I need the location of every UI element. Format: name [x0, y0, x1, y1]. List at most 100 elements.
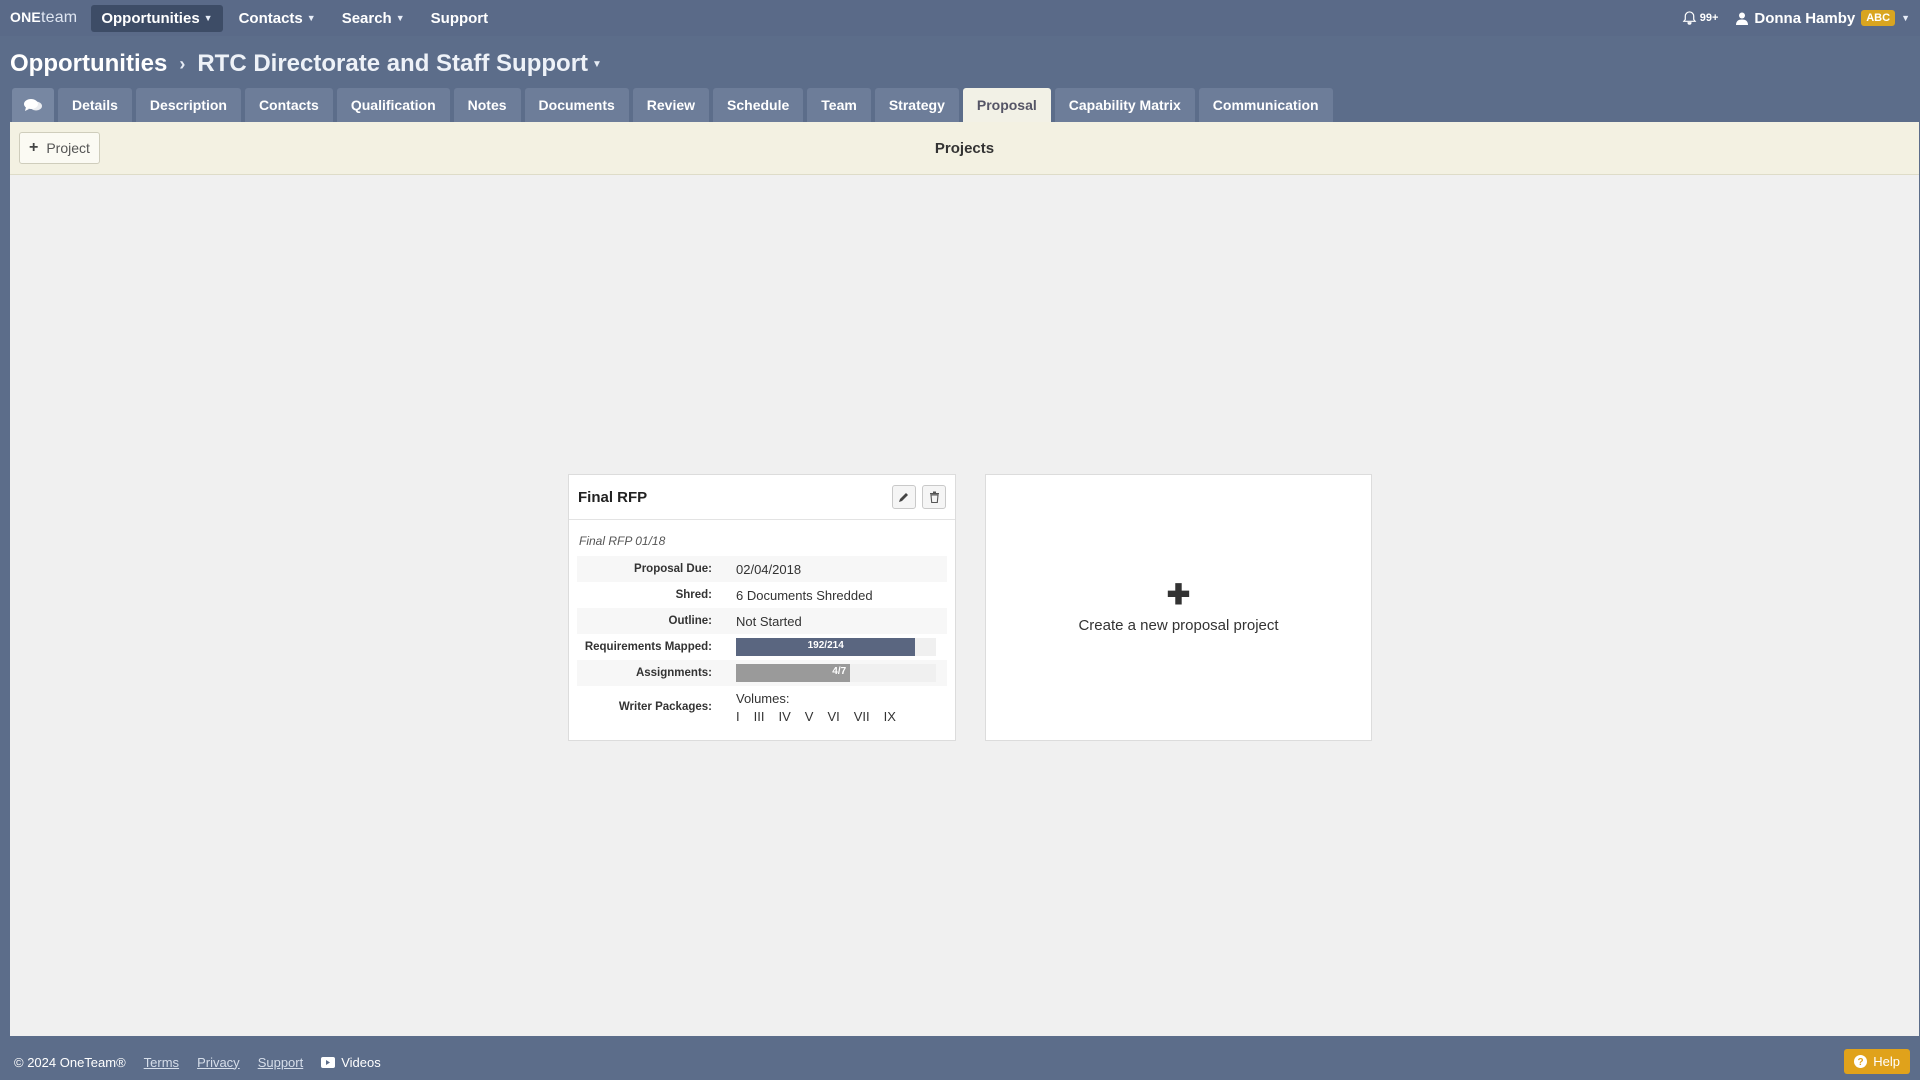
- volume-link[interactable]: VI: [827, 709, 839, 724]
- field-assignments: Assignments: 4/7: [577, 660, 947, 686]
- outline-value[interactable]: Not Started: [736, 614, 802, 629]
- video-icon: [321, 1056, 336, 1068]
- nav-opportunities[interactable]: Opportunities ▼: [91, 4, 223, 32]
- tab-notes[interactable]: Notes: [453, 88, 521, 122]
- nav-opportunities-label: Opportunities: [101, 9, 200, 27]
- project-fields: Proposal Due: 02/04/2018 Shred: 6 Docume…: [577, 556, 947, 728]
- top-right-area: 99+ Donna Hamby ABC ▼: [1682, 10, 1920, 27]
- tab-details[interactable]: Details: [58, 88, 132, 122]
- breadcrumb: Opportunities › RTC Directorate and Staf…: [10, 48, 602, 80]
- project-card-header: Final RFP: [569, 475, 955, 520]
- notification-count: 99+: [1699, 12, 1719, 24]
- nav-search[interactable]: Search ▼: [332, 5, 415, 32]
- field-shred: Shred: 6 Documents Shredded: [577, 582, 947, 608]
- help-button[interactable]: ? Help: [1844, 1049, 1910, 1074]
- add-project-button[interactable]: + Project: [19, 132, 100, 164]
- help-label: Help: [1873, 1054, 1900, 1069]
- tab-contacts[interactable]: Contacts: [244, 88, 333, 122]
- assignments-progress-bar[interactable]: 4/7: [736, 664, 936, 682]
- tab-strategy[interactable]: Strategy: [874, 88, 959, 122]
- plus-icon: +: [29, 139, 39, 156]
- tab-proposal[interactable]: Proposal: [962, 88, 1051, 122]
- project-actions: [892, 485, 946, 509]
- volume-link[interactable]: IV: [778, 709, 790, 724]
- tab-communication[interactable]: Communication: [1198, 88, 1333, 122]
- field-requirements: Requirements Mapped: 192/214: [577, 634, 947, 660]
- requirements-label: Requirements Mapped:: [584, 641, 712, 653]
- privacy-link[interactable]: Privacy: [197, 1055, 240, 1070]
- tab-documents[interactable]: Documents: [524, 88, 629, 122]
- footer: © 2024 OneTeam® Terms Privacy Support Vi…: [0, 1044, 1920, 1080]
- user-menu[interactable]: Donna Hamby ABC ▼: [1736, 10, 1910, 27]
- shred-value[interactable]: 6 Documents Shredded: [736, 588, 873, 603]
- nav-contacts[interactable]: Contacts ▼: [229, 5, 326, 32]
- question-icon: ?: [1854, 1055, 1868, 1068]
- breadcrumb-current[interactable]: RTC Directorate and Staff Support: [197, 50, 588, 78]
- notifications-button[interactable]: 99+: [1682, 10, 1719, 26]
- projects-toolbar: + Project Projects: [10, 122, 1919, 175]
- field-proposal-due: Proposal Due: 02/04/2018: [577, 556, 947, 582]
- nav-support[interactable]: Support: [421, 5, 499, 32]
- volume-link[interactable]: III: [754, 709, 765, 724]
- logo-one: ONE: [10, 9, 41, 25]
- tab-capability-matrix[interactable]: Capability Matrix: [1054, 88, 1195, 122]
- chevron-down-icon: ▼: [395, 13, 405, 23]
- logo-team: team: [40, 9, 78, 26]
- writer-packages-label: Writer Packages:: [618, 701, 712, 713]
- chevron-right-icon: ›: [179, 53, 186, 74]
- chevron-down-icon[interactable]: ▼: [592, 59, 602, 70]
- requirements-progress-text: 192/214: [807, 640, 844, 651]
- videos-label: Videos: [341, 1054, 381, 1070]
- tab-description[interactable]: Description: [135, 88, 241, 122]
- outline-label: Outline:: [668, 615, 712, 627]
- volume-link[interactable]: VII: [854, 709, 870, 724]
- tab-review[interactable]: Review: [632, 88, 710, 122]
- volume-link[interactable]: I: [736, 709, 740, 724]
- user-badge: ABC: [1861, 10, 1896, 26]
- assignments-label: Assignments:: [635, 667, 712, 679]
- tab-team[interactable]: Team: [807, 88, 871, 122]
- pencil-icon: [899, 493, 908, 502]
- top-navbar: ONEteam Opportunities ▼ Contacts ▼ Searc…: [0, 0, 1920, 36]
- bell-icon: [1682, 10, 1697, 25]
- project-card: Final RFP Final RFP 01/18 Proposal Due: …: [568, 474, 956, 741]
- user-name: Donna Hamby: [1754, 9, 1856, 27]
- videos-link[interactable]: Videos: [321, 1055, 381, 1070]
- field-writer-packages: Writer Packages: Volumes: I III IV V VI …: [577, 686, 947, 728]
- oneteam-logo[interactable]: ONEteam: [10, 9, 77, 27]
- project-title: Final RFP: [578, 488, 648, 506]
- nav-contacts-label: Contacts: [238, 9, 303, 27]
- user-icon: [1736, 12, 1749, 25]
- chevron-down-icon: ▼: [203, 13, 213, 23]
- volume-list: I III IV V VI VII IX: [736, 709, 896, 724]
- project-subtitle: Final RFP 01/18: [579, 534, 666, 548]
- volume-link[interactable]: V: [805, 709, 814, 724]
- chevron-down-icon: ▼: [306, 13, 316, 23]
- volume-link[interactable]: IX: [884, 709, 896, 724]
- trash-icon: [929, 491, 939, 503]
- shred-label: Shred:: [675, 589, 712, 601]
- requirements-progress-bar[interactable]: 192/214: [736, 638, 936, 656]
- tab-chat[interactable]: [12, 88, 54, 122]
- tab-bar: Details Description Contacts Qualificati…: [12, 88, 1337, 122]
- create-project-label: Create a new proposal project: [1078, 617, 1279, 634]
- breadcrumb-root[interactable]: Opportunities: [10, 50, 167, 78]
- nav-support-label: Support: [430, 9, 489, 27]
- create-project-card[interactable]: ✚ Create a new proposal project: [985, 474, 1372, 741]
- volumes-label: Volumes:: [736, 690, 790, 706]
- chat-icon: [24, 99, 42, 111]
- terms-link[interactable]: Terms: [144, 1055, 179, 1070]
- chevron-down-icon: ▼: [1901, 13, 1910, 23]
- projects-title: Projects: [934, 139, 995, 157]
- support-link[interactable]: Support: [258, 1055, 304, 1070]
- tab-schedule[interactable]: Schedule: [713, 88, 804, 122]
- volumes: Volumes: I III IV V VI VII IX: [736, 691, 896, 724]
- svg-text:?: ?: [1858, 1057, 1864, 1068]
- assignments-progress-text: 4/7: [832, 666, 847, 677]
- delete-project-button[interactable]: [922, 485, 946, 509]
- main-nav: Opportunities ▼ Contacts ▼ Search ▼ Supp…: [91, 4, 504, 32]
- tab-qualification[interactable]: Qualification: [336, 88, 450, 122]
- nav-search-label: Search: [341, 9, 392, 27]
- edit-project-button[interactable]: [892, 485, 916, 509]
- field-outline: Outline: Not Started: [577, 608, 947, 634]
